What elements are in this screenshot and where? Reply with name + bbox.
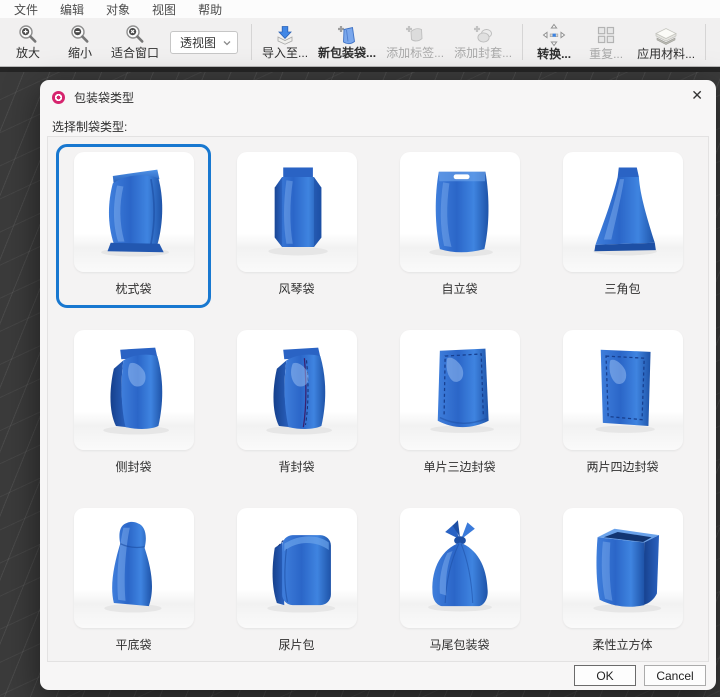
bag-thumbnail-flexcube	[563, 508, 683, 628]
toolbar-separator	[251, 24, 252, 60]
ok-button[interactable]: OK	[574, 665, 636, 686]
convert-button[interactable]: 转换...	[528, 21, 580, 64]
bag-item-gusset[interactable]: 风琴袋	[219, 144, 374, 308]
bag-label: 两片四边封袋	[586, 458, 658, 475]
add-label-icon	[402, 24, 428, 46]
toolbar-separator	[705, 24, 706, 60]
bag-thumbnail-backseal	[237, 330, 357, 450]
bag-thumbnail-ponytail	[400, 508, 520, 628]
convert-label: 转换...	[537, 47, 571, 61]
bag-type-dialog: 包装袋类型 ✕ 选择制袋类型:	[40, 80, 716, 690]
bag-thumbnail-fourside	[563, 330, 683, 450]
bag-thumbnail-pillow	[74, 152, 194, 272]
bag-grid: 枕式袋 风琴袋	[56, 144, 700, 664]
bag-item-triangle[interactable]: 三角包	[545, 144, 700, 308]
toolbar-separator	[522, 24, 523, 60]
menu-file[interactable]: 文件	[10, 1, 42, 18]
bag-label: 背封袋	[278, 458, 314, 475]
bag-item-fourside[interactable]: 两片四边封袋	[545, 322, 700, 486]
new-bag-label: 新包装袋...	[318, 46, 376, 60]
close-icon[interactable]: ✕	[691, 88, 703, 102]
toolbar: 放大 缩小 适合窗口	[0, 18, 720, 67]
new-bag-icon	[334, 24, 360, 46]
add-label-button: 添加标签...	[381, 22, 449, 63]
menu-view[interactable]: 视图	[148, 1, 180, 18]
zoom-out-icon	[69, 24, 91, 46]
dialog-footer: OK Cancel	[574, 665, 706, 686]
dialog-header: 包装袋类型	[40, 80, 716, 108]
zoom-out-button[interactable]: 缩小	[54, 22, 106, 63]
bag-thumbnail-sideseal	[74, 330, 194, 450]
bag-label: 马尾包装袋	[429, 636, 489, 653]
bag-thumbnail-threeside	[400, 330, 520, 450]
bag-item-sideseal[interactable]: 侧封袋	[56, 322, 211, 486]
menu-object[interactable]: 对象	[102, 1, 134, 18]
chevron-down-icon	[223, 35, 231, 49]
bag-label: 三角包	[604, 280, 640, 297]
prompt-label: 选择制袋类型:	[52, 118, 716, 135]
bag-thumbnail-flatbottom	[74, 508, 194, 628]
bag-thumbnail-triangle	[563, 152, 683, 272]
material-layers-icon	[652, 23, 680, 47]
import-icon	[272, 24, 298, 46]
bag-item-pillow[interactable]: 枕式袋	[56, 144, 211, 308]
zoom-out-label: 缩小	[68, 46, 92, 60]
menu-edit[interactable]: 编辑	[56, 1, 88, 18]
bag-thumbnail-diaper	[237, 508, 357, 628]
cancel-button[interactable]: Cancel	[644, 665, 706, 686]
fit-window-label: 适合窗口	[111, 46, 159, 60]
apply-material-button[interactable]: 应用材料...	[632, 21, 700, 64]
bag-item-standup[interactable]: 自立袋	[382, 144, 537, 308]
add-sleeve-label: 添加封套...	[454, 46, 512, 60]
brand-logo-icon	[52, 91, 65, 104]
import-to-button[interactable]: 导入至...	[257, 22, 313, 63]
bag-item-backseal[interactable]: 背封袋	[219, 322, 374, 486]
bag-label: 尿片包	[278, 636, 314, 653]
bag-thumbnail-standup	[400, 152, 520, 272]
apply-material-label: 应用材料...	[637, 47, 695, 61]
bag-item-ponytail[interactable]: 马尾包装袋	[382, 500, 537, 664]
add-label-label: 添加标签...	[386, 46, 444, 60]
fit-window-button[interactable]: 适合窗口	[106, 22, 164, 63]
bag-label: 侧封袋	[115, 458, 151, 475]
app-window: 文件 编辑 对象 视图 帮助 放大	[0, 0, 720, 697]
bag-label: 枕式袋	[115, 280, 151, 297]
bag-item-flexcube[interactable]: 柔性立方体	[545, 500, 700, 664]
bag-item-threeside[interactable]: 单片三边封袋	[382, 322, 537, 486]
add-sleeve-icon	[470, 24, 496, 46]
menu-bar: 文件 编辑 对象 视图 帮助	[0, 0, 720, 18]
zoom-in-button[interactable]: 放大	[2, 22, 54, 63]
bag-item-flatbottom[interactable]: 平底袋	[56, 500, 211, 664]
move-arrows-icon	[542, 23, 566, 47]
import-to-label: 导入至...	[262, 46, 308, 60]
new-bag-button[interactable]: 新包装袋...	[313, 22, 381, 63]
bag-label: 柔性立方体	[592, 636, 652, 653]
bag-grid-panel: 枕式袋 风琴袋	[47, 136, 709, 662]
bag-thumbnail-gusset	[237, 152, 357, 272]
repeat-label: 重复...	[589, 47, 623, 61]
add-sleeve-button: 添加封套...	[449, 22, 517, 63]
zoom-in-icon	[17, 24, 39, 46]
view-mode-value: 透视图	[180, 34, 216, 51]
zoom-in-label: 放大	[16, 46, 40, 60]
bag-label: 自立袋	[441, 280, 477, 297]
bag-item-diaper[interactable]: 尿片包	[219, 500, 374, 664]
repeat-button: 重复...	[580, 21, 632, 64]
bag-label: 单片三边封袋	[423, 458, 495, 475]
fit-window-icon	[124, 24, 146, 46]
bag-label: 平底袋	[115, 636, 151, 653]
view-mode-select[interactable]: 透视图	[170, 31, 238, 54]
dialog-title: 包装袋类型	[74, 89, 134, 106]
menu-help[interactable]: 帮助	[194, 1, 226, 18]
bag-label: 风琴袋	[278, 280, 314, 297]
grid-squares-icon	[594, 23, 618, 47]
